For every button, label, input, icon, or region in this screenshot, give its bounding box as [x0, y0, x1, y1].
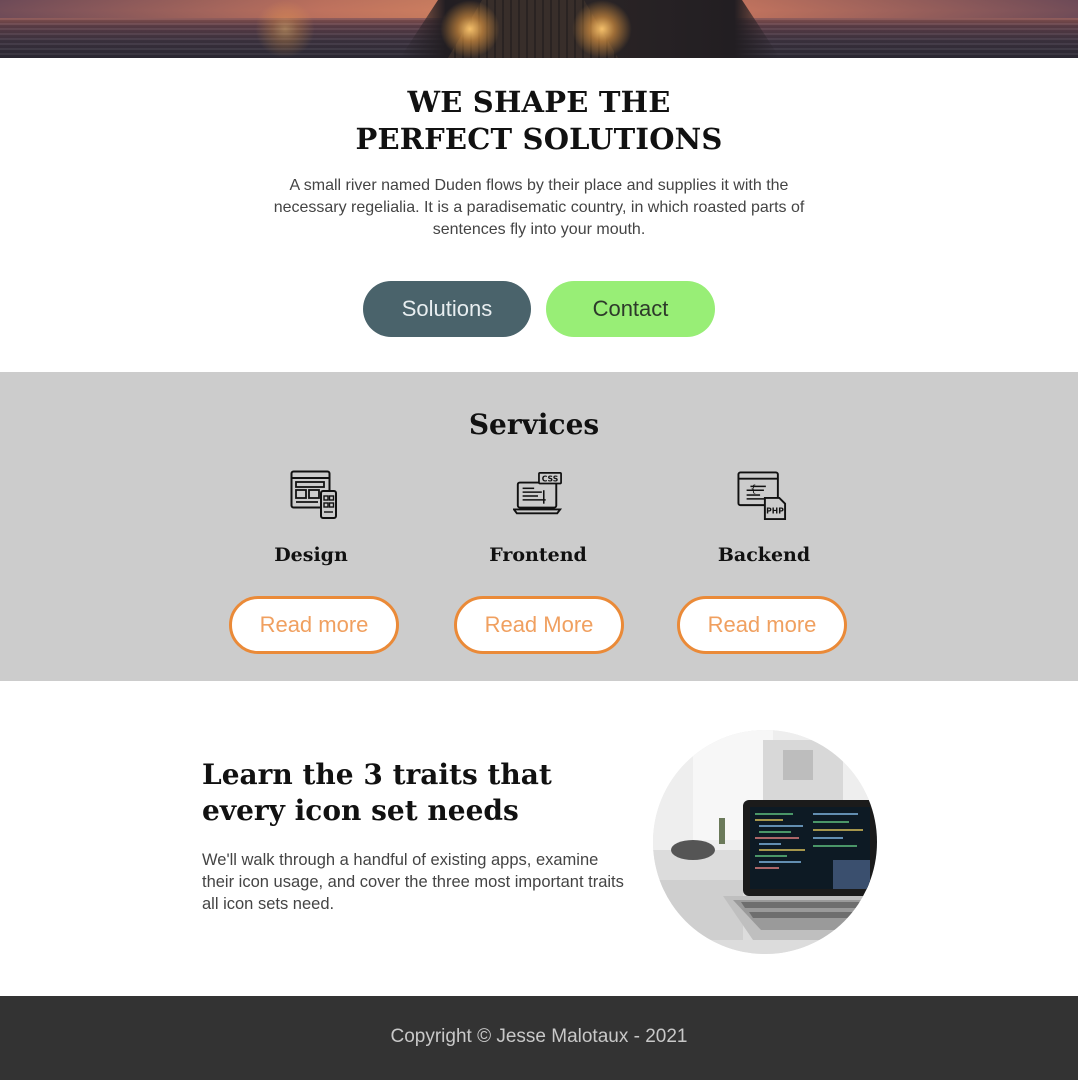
svg-text:PHP: PHP — [766, 506, 784, 515]
laptop-photo — [653, 730, 877, 954]
read-more-design-button[interactable]: Read more — [229, 596, 399, 654]
svg-text:CSS: CSS — [542, 475, 559, 484]
hero-title: WE SHAPE THE PERFECT SOLUTIONS — [0, 84, 1078, 158]
feature-text: We'll walk through a handful of existing… — [202, 851, 624, 913]
css-laptop-icon: CSS — [513, 472, 563, 515]
hero-title-line1: WE SHAPE THE — [407, 85, 671, 119]
service-name-frontend: Frontend — [489, 544, 587, 566]
read-more-frontend-button[interactable]: Read More — [454, 596, 624, 654]
web-design-icon — [290, 470, 337, 519]
solutions-button[interactable]: Solutions — [363, 281, 531, 337]
services-section: Services CSS { PHP D — [0, 372, 1078, 681]
hero-banner-image — [0, 0, 1078, 58]
footer: Copyright © Jesse Malotaux - 2021 — [0, 996, 1078, 1080]
copyright-text: Copyright © Jesse Malotaux - 2021 — [390, 1026, 688, 1047]
service-name-backend: Backend — [717, 544, 811, 566]
hero-description: A small river named Duden flows by their… — [273, 177, 805, 238]
contact-button[interactable]: Contact — [546, 281, 715, 337]
php-code-icon: { PHP — [737, 471, 787, 521]
services-title: Services — [468, 408, 600, 441]
service-name-design: Design — [274, 544, 348, 566]
read-more-backend-button[interactable]: Read more — [677, 596, 847, 654]
hero-title-line2: PERFECT SOLUTIONS — [355, 122, 723, 156]
feature-title: Learn the 3 traits that every icon set n… — [202, 758, 552, 827]
